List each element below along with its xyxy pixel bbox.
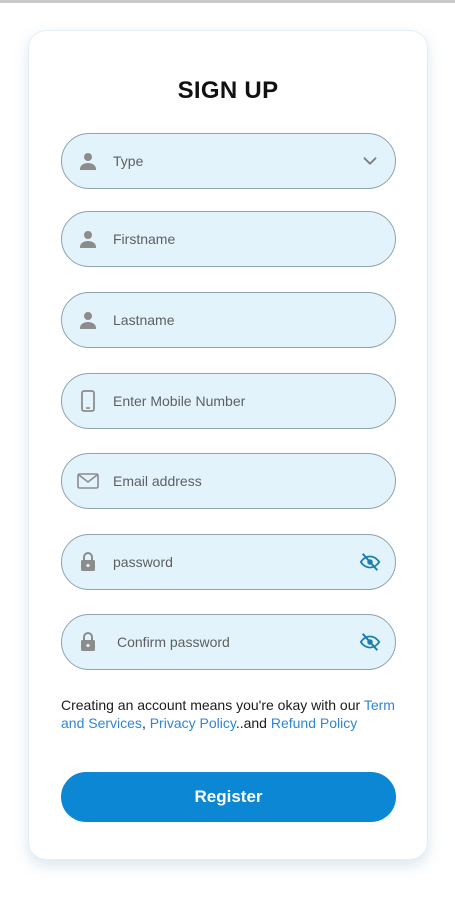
lastname-field[interactable]: Lastname	[61, 292, 396, 348]
type-select[interactable]: Type	[61, 133, 396, 189]
privacy-policy-link[interactable]: Privacy Policy	[150, 715, 236, 731]
password-field[interactable]: password	[61, 534, 396, 590]
register-button[interactable]: Register	[61, 772, 396, 822]
confirm-password-placeholder: Confirm password	[117, 634, 230, 650]
lock-icon	[81, 632, 95, 651]
terms-and-text: ..and	[235, 715, 271, 731]
eye-off-icon[interactable]	[359, 631, 381, 653]
firstname-placeholder: Firstname	[113, 231, 176, 247]
password-placeholder: password	[113, 554, 173, 570]
top-divider	[0, 0, 455, 3]
signup-card: SIGN UP Type Firstname Lastname Enter Mo…	[28, 30, 428, 860]
email-field[interactable]: Email address	[61, 453, 396, 509]
mobile-placeholder: Enter Mobile Number	[113, 393, 246, 409]
eye-off-icon[interactable]	[359, 551, 381, 573]
mail-icon	[77, 473, 99, 489]
email-placeholder: Email address	[113, 473, 202, 489]
confirm-password-field[interactable]: Confirm password	[61, 614, 396, 670]
terms-prefix: Creating an account means you're okay wi…	[61, 697, 364, 713]
terms-comma: ,	[141, 715, 150, 731]
mobile-number-field[interactable]: Enter Mobile Number	[61, 373, 396, 429]
person-icon	[80, 312, 96, 329]
person-icon	[80, 153, 96, 170]
lastname-placeholder: Lastname	[113, 312, 175, 328]
refund-policy-link[interactable]: Refund Policy	[271, 715, 357, 731]
type-placeholder: Type	[113, 153, 144, 169]
page-title: SIGN UP	[177, 77, 279, 104]
firstname-field[interactable]: Firstname	[61, 211, 396, 267]
terms-text: Creating an account means you're okay wi…	[61, 696, 401, 732]
person-icon	[80, 231, 96, 248]
lock-icon	[81, 552, 95, 571]
phone-icon	[81, 390, 95, 412]
chevron-down-icon[interactable]	[359, 150, 381, 172]
